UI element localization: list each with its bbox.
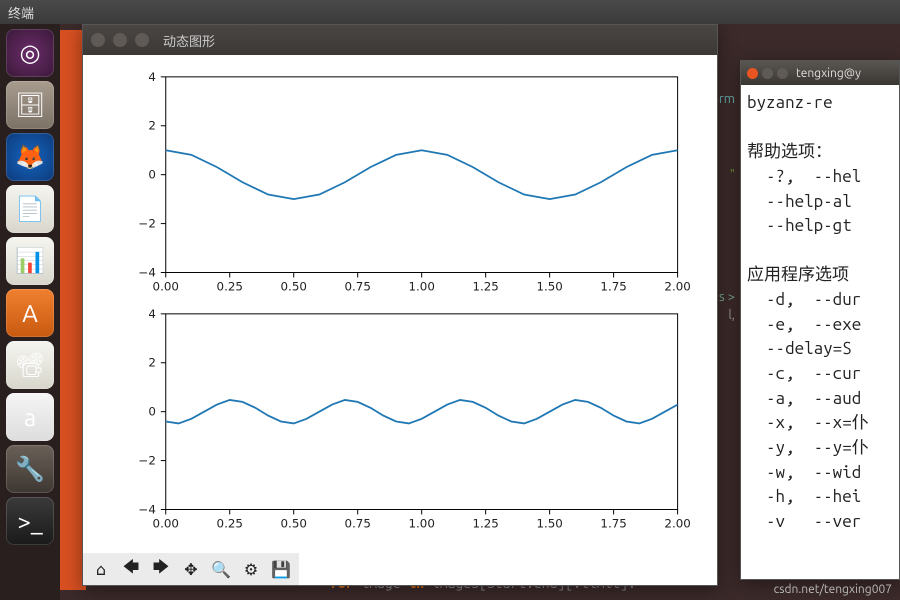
bg-hint-quote: " — [730, 168, 735, 182]
svg-text:0.50: 0.50 — [281, 279, 307, 293]
plot-title: 动态图形 — [163, 31, 215, 50]
save-button[interactable]: 💾 — [267, 555, 295, 583]
arrow-left-icon: 🡄 — [123, 556, 140, 583]
svg-text:−4: −4 — [138, 265, 155, 279]
chart-bottom: −4 −2 0 2 4 0.00 0.25 0.50 0.75 1.00 1.25 1.50 1.75 2… — [87, 302, 703, 539]
launcher-firefox[interactable]: 🦊 — [6, 133, 54, 181]
home-icon: ⌂ — [96, 560, 106, 579]
svg-text:4: 4 — [148, 70, 156, 84]
svg-text:0.75: 0.75 — [345, 279, 371, 293]
svg-text:0.25: 0.25 — [217, 279, 243, 293]
settings-icon: 🔧 — [15, 455, 45, 483]
svg-text:0.75: 0.75 — [345, 516, 371, 530]
svg-text:0: 0 — [148, 168, 156, 182]
svg-text:0: 0 — [148, 405, 156, 419]
zoom-icon: 🔍 — [211, 560, 231, 579]
launcher-software[interactable]: A — [6, 289, 54, 337]
maximize-icon[interactable] — [135, 33, 149, 47]
svg-text:−4: −4 — [138, 503, 155, 517]
launcher-dash[interactable]: ◎ — [6, 29, 54, 77]
terminal-titlebar[interactable]: tengxing@y — [741, 61, 899, 85]
launcher-impress[interactable]: 📽 — [6, 341, 54, 389]
svg-text:1.50: 1.50 — [536, 279, 562, 293]
amazon-icon: a — [24, 404, 36, 431]
minimize-icon[interactable] — [113, 33, 127, 47]
launcher-calc[interactable]: 📊 — [6, 237, 54, 285]
writer-icon: 📄 — [15, 195, 45, 223]
firefox-icon: 🦊 — [15, 143, 45, 171]
launcher-settings[interactable]: 🔧 — [6, 445, 54, 493]
unity-launcher: ◎ 🗄 🦊 📄 📊 A 📽 a 🔧 >_ — [0, 24, 60, 600]
svg-text:1.00: 1.00 — [408, 279, 434, 293]
terminal-window: tengxing@y byzanz-re 帮助选项： -?, --hel --h… — [740, 60, 900, 580]
ubuntu-logo-icon: ◎ — [20, 39, 41, 67]
arrow-right-icon: 🡆 — [153, 556, 170, 583]
svg-text:4: 4 — [148, 307, 156, 321]
plot-titlebar[interactable]: 动态图形 — [83, 25, 717, 55]
svg-text:2: 2 — [148, 119, 156, 133]
terminal-title: tengxing@y — [796, 67, 861, 80]
bg-hint-l: l, — [728, 308, 735, 322]
chart-top: −4 −2 0 2 4 0.00 0.25 0.50 0.75 1.00 1.25 1.50 1.75 2… — [87, 65, 703, 302]
files-icon: 🗄 — [15, 91, 45, 119]
svg-text:2.00: 2.00 — [664, 516, 690, 530]
svg-text:−2: −2 — [138, 217, 155, 231]
terminal-icon: >_ — [17, 508, 42, 535]
forward-button[interactable]: 🡆 — [147, 555, 175, 583]
home-button[interactable]: ⌂ — [87, 555, 115, 583]
back-button[interactable]: 🡄 — [117, 555, 145, 583]
terminal-body[interactable]: byzanz-re 帮助选项： -?, --hel --help-al --he… — [741, 85, 899, 541]
svg-text:0.00: 0.00 — [153, 279, 179, 293]
launcher-writer[interactable]: 📄 — [6, 185, 54, 233]
move-icon: ✥ — [184, 560, 197, 579]
svg-text:1.75: 1.75 — [600, 279, 626, 293]
close-icon[interactable] — [91, 33, 105, 47]
svg-text:1.00: 1.00 — [408, 516, 434, 530]
maximize-icon[interactable] — [777, 68, 788, 79]
svg-text:1.50: 1.50 — [536, 516, 562, 530]
launcher-amazon[interactable]: a — [6, 393, 54, 441]
software-icon: A — [22, 300, 38, 327]
close-icon[interactable] — [747, 68, 758, 79]
svg-text:2.00: 2.00 — [664, 279, 690, 293]
svg-text:1.75: 1.75 — [600, 516, 626, 530]
svg-text:2: 2 — [148, 356, 156, 370]
mpl-toolbar: ⌂ 🡄 🡆 ✥ 🔍 ⚙ 💾 — [83, 553, 299, 585]
svg-text:0.00: 0.00 — [153, 516, 179, 530]
plot-window: 动态图形 −4 −2 0 2 4 0.00 0.25 0.50 0.75 1.00 1.25 1.50… — [82, 24, 718, 586]
plot-canvas[interactable]: −4 −2 0 2 4 0.00 0.25 0.50 0.75 1.00 1.25 1.50 1.75 2… — [83, 55, 717, 553]
watermark: csdn.net/tengxing007 — [774, 583, 892, 596]
svg-text:0.50: 0.50 — [281, 516, 307, 530]
minimize-icon[interactable] — [762, 68, 773, 79]
bg-hint-s: s > — [719, 290, 735, 304]
save-icon: 💾 — [271, 560, 291, 579]
sliders-icon: ⚙ — [244, 560, 258, 579]
launcher-files[interactable]: 🗄 — [6, 81, 54, 129]
svg-text:1.25: 1.25 — [472, 516, 498, 530]
menubar-app: 终端 — [8, 3, 34, 22]
svg-text:0.25: 0.25 — [217, 516, 243, 530]
pan-button[interactable]: ✥ — [177, 555, 205, 583]
launcher-terminal[interactable]: >_ — [6, 497, 54, 545]
zoom-button[interactable]: 🔍 — [207, 555, 235, 583]
svg-text:1.25: 1.25 — [472, 279, 498, 293]
configure-button[interactable]: ⚙ — [237, 555, 265, 583]
menubar: 终端 — [0, 0, 900, 24]
impress-icon: 📽 — [15, 351, 45, 379]
calc-icon: 📊 — [15, 247, 45, 275]
svg-text:−2: −2 — [138, 454, 155, 468]
